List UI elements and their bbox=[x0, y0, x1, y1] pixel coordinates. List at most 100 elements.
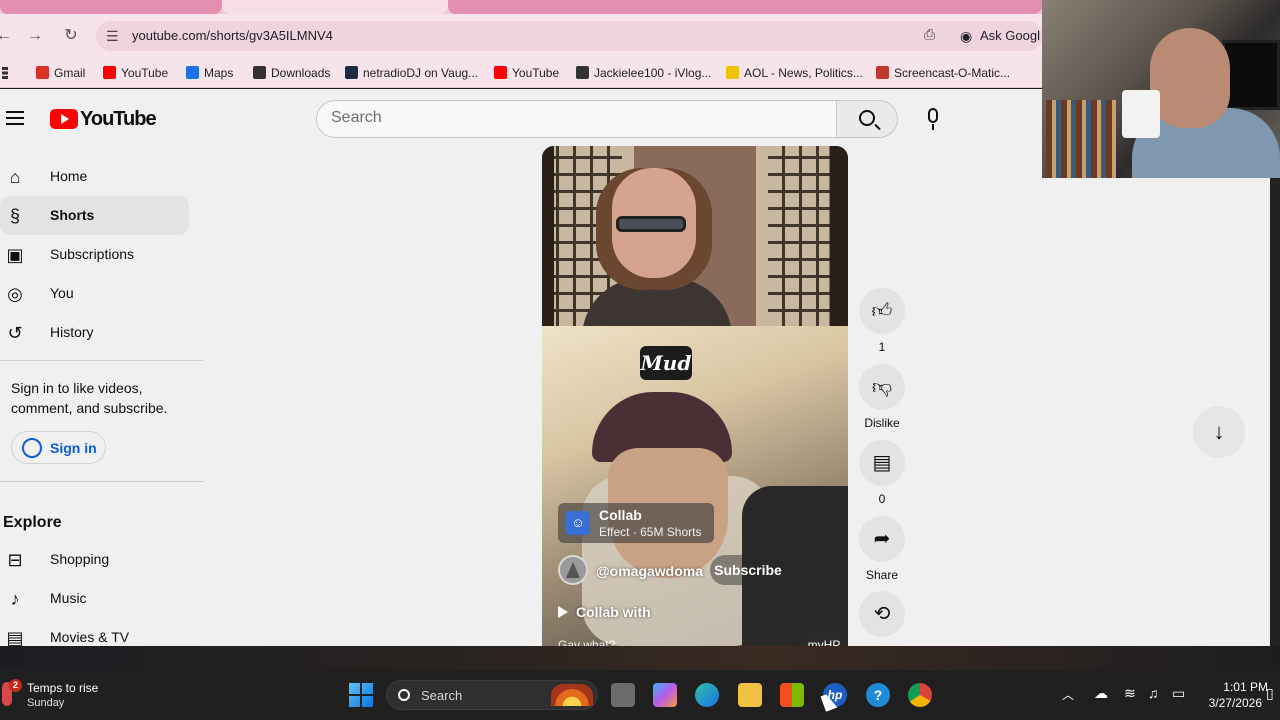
youtube-play-icon bbox=[50, 109, 78, 129]
share-button[interactable]: ➦ bbox=[859, 516, 905, 562]
install-app-icon[interactable]: ⎙ bbox=[924, 26, 935, 43]
battery-icon[interactable]: ▭ bbox=[1172, 685, 1185, 702]
thumbs-up-icon: 👍︎ bbox=[871, 300, 893, 322]
subscribe-button[interactable]: Subscribe bbox=[710, 555, 786, 585]
bookmark-item[interactable]: Gmail bbox=[36, 65, 85, 81]
music-note-icon: ♪ bbox=[10, 589, 20, 609]
sidebar-item-label: Movies & TV bbox=[50, 629, 130, 645]
like-button[interactable]: 👍︎ bbox=[859, 288, 905, 334]
bookmark-label: netradioDJ on Vaug... bbox=[363, 66, 479, 80]
bookmark-label: AOL - News, Politics... bbox=[744, 66, 863, 80]
edge-browser-icon[interactable] bbox=[695, 683, 719, 707]
search-input[interactable] bbox=[331, 109, 811, 127]
windows-start-icon[interactable] bbox=[349, 683, 373, 707]
comments-button[interactable]: ▤ bbox=[859, 440, 905, 486]
youtube-icon bbox=[103, 66, 116, 79]
sidebar-item-you[interactable]: ◎ You bbox=[0, 274, 189, 313]
tray-chevron-up-icon[interactable]: ︿ bbox=[1062, 686, 1074, 703]
voice-search-button[interactable] bbox=[914, 100, 952, 138]
address-bar[interactable]: ☰ youtube.com/shorts/gv3A5ILMNV4 ⎙ ◉ Ask … bbox=[96, 21, 1042, 51]
explore-heading: Explore bbox=[3, 514, 62, 531]
bookmark-item[interactable]: YouTube bbox=[494, 65, 559, 81]
like-count: 1 bbox=[878, 340, 886, 354]
sidebar-item-shorts[interactable]: § Shorts bbox=[0, 196, 189, 235]
notifications-icon[interactable]: ▯ bbox=[1266, 685, 1274, 702]
search-button[interactable] bbox=[836, 100, 898, 138]
gmail-icon bbox=[36, 66, 49, 79]
windows-taskbar: 2 Temps to rise Sunday Search hp ? ︿ ☁ ≋… bbox=[0, 670, 1280, 720]
shopping-bag-icon: ⊟ bbox=[7, 550, 23, 570]
channel-avatar[interactable] bbox=[558, 555, 588, 585]
bookmark-item[interactable]: netradioDJ on Vaug... bbox=[345, 65, 478, 81]
clock-time[interactable]: 1:01 PM bbox=[1212, 680, 1268, 694]
youtube-logo-text: YouTube bbox=[80, 108, 157, 130]
wifi-icon[interactable]: ≋ bbox=[1124, 685, 1136, 702]
browser-tab[interactable] bbox=[448, 0, 1042, 14]
like-action: 👍︎ 1 bbox=[859, 288, 905, 354]
bookmark-label: Gmail bbox=[54, 66, 86, 80]
chrome-browser-icon[interactable] bbox=[908, 683, 932, 707]
short-title[interactable]: Collab with bbox=[558, 604, 651, 620]
video-frame-bottom: Mud bbox=[542, 326, 848, 646]
weather-badge: 2 bbox=[9, 679, 22, 692]
arrow-down-icon: ↓ bbox=[1213, 419, 1225, 444]
dislike-button[interactable]: 👎︎ bbox=[859, 364, 905, 410]
help-icon[interactable]: ? bbox=[866, 683, 890, 707]
tab-strip bbox=[0, 0, 1042, 14]
bookmark-label: Jackielee100 - iVlog... bbox=[594, 66, 712, 80]
site-info-icon[interactable]: ☰ bbox=[106, 28, 119, 45]
file-explorer-icon[interactable] bbox=[738, 683, 762, 707]
remix-button[interactable]: ⟲ bbox=[859, 591, 905, 637]
forward-arrow-icon[interactable]: → bbox=[25, 26, 45, 46]
bookmark-item[interactable]: Downloads bbox=[253, 65, 330, 81]
sidebar-item-shopping[interactable]: ⊟ Shopping bbox=[0, 540, 189, 579]
apps-grid-icon[interactable] bbox=[2, 67, 8, 79]
channel-name[interactable]: @omagawdoma bbox=[596, 563, 703, 579]
bookmark-item[interactable]: YouTube bbox=[103, 65, 168, 81]
sidebar-item-history[interactable]: ↺ History bbox=[0, 313, 189, 352]
masthead: YouTube bbox=[0, 89, 1042, 147]
youtube-icon bbox=[494, 66, 507, 79]
onedrive-cloud-icon[interactable]: ☁ bbox=[1094, 685, 1108, 702]
search-icon bbox=[398, 689, 410, 701]
taskbar-search[interactable]: Search bbox=[386, 680, 598, 710]
reload-icon[interactable]: ↻ bbox=[61, 26, 81, 46]
effect-card[interactable]: ☺ Collab Effect · 65M Shorts bbox=[558, 503, 714, 543]
microphone-icon bbox=[928, 108, 938, 123]
browser-tab-active[interactable] bbox=[222, 0, 448, 14]
search-box[interactable] bbox=[316, 100, 837, 138]
sidebar-item-home[interactable]: ⌂ Home bbox=[0, 157, 189, 196]
browser-tab[interactable] bbox=[0, 0, 222, 14]
bookmark-item[interactable]: Jackielee100 - iVlog... bbox=[576, 65, 711, 81]
search-icon bbox=[859, 110, 875, 126]
effect-subtitle: Effect · 65M Shorts bbox=[599, 525, 702, 539]
volume-icon[interactable]: ♫ bbox=[1148, 685, 1159, 701]
sign-in-button[interactable]: Sign in bbox=[11, 431, 106, 464]
download-icon bbox=[253, 66, 266, 79]
back-arrow-icon[interactable]: ← bbox=[0, 26, 14, 46]
signin-prompt: Sign in to like videos, comment, and sub… bbox=[11, 380, 168, 416]
weather-subtitle: Sunday bbox=[27, 697, 65, 709]
clock-date[interactable]: 3/27/2026 bbox=[1198, 696, 1262, 710]
weather-title[interactable]: Temps to rise bbox=[27, 681, 98, 695]
sidebar-item-subscriptions[interactable]: ▣ Subscriptions bbox=[0, 235, 189, 274]
sidebar-item-label: Home bbox=[50, 168, 88, 184]
shorts-video-player[interactable]: Mud ☺ Collab Effect · 65M Shorts @omagaw… bbox=[542, 146, 848, 646]
next-short-button[interactable]: ↓ bbox=[1193, 406, 1245, 458]
bookmark-item[interactable]: Screencast-O-Matic... bbox=[876, 65, 1010, 81]
sidebar: ⌂ Home § Shorts ▣ Subscriptions ◎ You ↺ History S… bbox=[0, 157, 204, 657]
sidebar-item-label: Subscriptions bbox=[50, 246, 135, 262]
copilot-icon[interactable] bbox=[653, 683, 677, 707]
url-text: youtube.com/shorts/gv3A5ILMNV4 bbox=[132, 28, 333, 43]
bookmark-item[interactable]: Maps bbox=[186, 65, 233, 81]
microsoft-store-icon[interactable] bbox=[780, 683, 804, 707]
bookmark-item[interactable]: AOL - News, Politics... bbox=[726, 65, 863, 81]
task-view-icon[interactable] bbox=[611, 683, 635, 707]
ask-google-button[interactable]: ◉ Ask Googl bbox=[952, 21, 1040, 51]
hamburger-menu-icon[interactable] bbox=[6, 111, 24, 125]
sidebar-item-music[interactable]: ♪ Music bbox=[0, 579, 189, 618]
share-label: Share bbox=[865, 568, 899, 582]
sidebar-divider bbox=[0, 481, 204, 482]
mud-sticker: Mud bbox=[640, 346, 692, 380]
comment-icon: ▤ bbox=[872, 452, 892, 474]
